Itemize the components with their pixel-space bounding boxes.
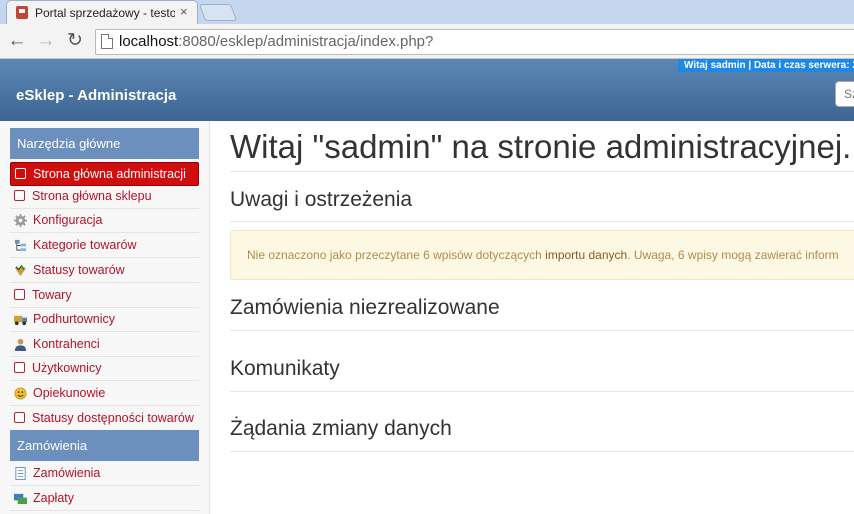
sidebar-item-admin-home[interactable]: Strona główna administracji [10, 162, 199, 186]
sidebar-item-contractors[interactable]: Kontrahenci [10, 333, 199, 357]
tab-close-icon[interactable]: × [180, 4, 188, 19]
divider [230, 330, 854, 331]
status-icon [14, 264, 27, 277]
divider [230, 171, 854, 172]
checkbox-icon [14, 190, 25, 201]
checkbox-icon [14, 362, 25, 373]
browser-tabstrip: Portal sprzedażowy - testo × [0, 0, 854, 24]
warning-alert: Nie oznaczono jako przeczytane 6 wpisów … [230, 230, 854, 280]
document-icon [15, 467, 26, 480]
browser-tab[interactable]: Portal sprzedażowy - testo × [6, 0, 198, 24]
import-data-link[interactable]: importu danych [545, 248, 627, 262]
address-bar[interactable]: localhost:8080/esklep/administracja/inde… [95, 29, 854, 55]
app-header: Witaj sadmin | Data i czas serwera: 2 eS… [0, 59, 854, 121]
divider [230, 391, 854, 392]
sidebar-item-product-statuses[interactable]: Statusy towarów [10, 259, 199, 283]
new-tab-button[interactable] [198, 4, 238, 21]
warnings-heading: Uwagi i ostrzeżenia [230, 188, 413, 211]
person-icon [14, 338, 27, 351]
category-tree-icon [14, 239, 27, 252]
page-title: Witaj "sadmin" na stronie administracyjn… [230, 128, 852, 165]
sidebar-item-configuration[interactable]: Konfiguracja [10, 209, 199, 233]
divider [230, 451, 854, 452]
divider [230, 221, 854, 222]
data-change-requests-heading: Żądania zmiany danych [230, 417, 452, 440]
page-icon [101, 34, 113, 49]
smiley-icon [14, 387, 27, 400]
search-input[interactable] [842, 86, 854, 102]
truck-icon [14, 315, 27, 326]
payment-icon [14, 493, 27, 505]
sidebar: Narzędzia główne Strona główna administr… [0, 121, 210, 514]
url-text[interactable]: localhost:8080/esklep/administracja/inde… [119, 33, 433, 50]
checkbox-icon [14, 289, 25, 300]
favicon-icon [16, 6, 28, 19]
sidebar-item-supervisors[interactable]: Opiekunowie [10, 382, 199, 406]
gear-icon [14, 214, 27, 227]
search-box[interactable] [835, 81, 854, 107]
sidebar-section-orders: Zamówienia [10, 430, 199, 461]
tab-title: Portal sprzedażowy - testo [35, 6, 175, 20]
forward-icon[interactable]: → [35, 30, 57, 52]
checkbox-icon [15, 168, 26, 179]
app-title[interactable]: eSklep - Administracja [16, 87, 176, 104]
sidebar-section-tools: Narzędzia główne [10, 128, 199, 159]
sidebar-item-subwholesalers[interactable]: Podhurtownicy [10, 308, 199, 332]
sidebar-item-availability-statuses[interactable]: Statusy dostępności towarów [10, 407, 199, 431]
messages-heading: Komunikaty [230, 357, 340, 380]
alert-text: Nie oznaczono jako przeczytane 6 wpisów … [247, 248, 839, 262]
back-icon[interactable]: ← [6, 30, 28, 52]
checkbox-icon [14, 412, 25, 423]
browser-toolbar: ← → ↻ localhost:8080/esklep/administracj… [0, 24, 854, 59]
sidebar-item-orders[interactable]: Zamówienia [10, 462, 199, 486]
main-content: Witaj "sadmin" na stronie administracyjn… [230, 121, 854, 514]
sidebar-item-products[interactable]: Towary [10, 284, 199, 308]
sidebar-item-shop-home[interactable]: Strona główna sklepu [10, 185, 199, 209]
sidebar-item-payments[interactable]: Zapłaty [10, 487, 199, 511]
user-info-bar: Witaj sadmin | Data i czas serwera: 2 [678, 59, 854, 72]
sidebar-item-categories[interactable]: Kategorie towarów [10, 234, 199, 258]
reload-icon[interactable]: ↻ [64, 30, 86, 52]
sidebar-item-users[interactable]: Użytkownicy [10, 357, 199, 381]
unfulfilled-orders-heading: Zamówienia niezrealizowane [230, 296, 500, 319]
